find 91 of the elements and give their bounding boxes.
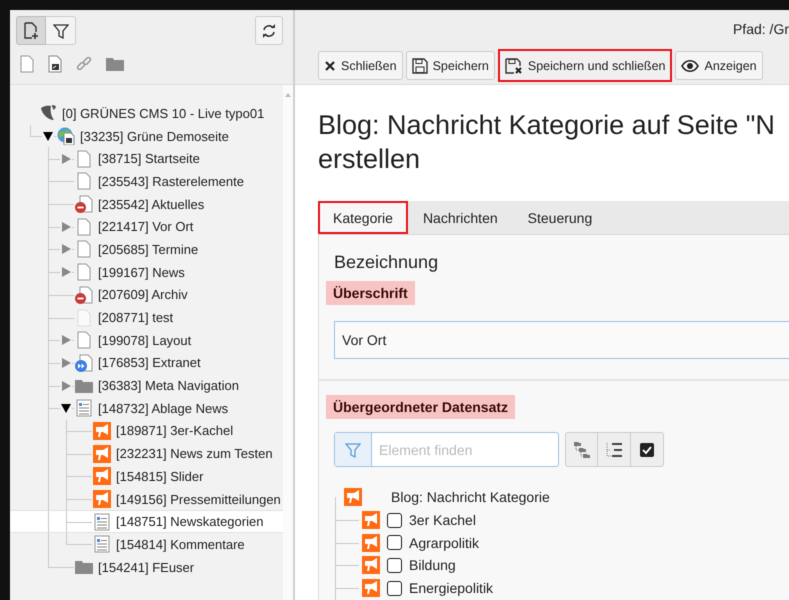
tree-item[interactable]: [36383] Meta Navigation [98,378,239,394]
page-icon [77,331,91,350]
folder-icon [75,560,93,574]
page-title: erstellen [318,143,420,176]
list-page-icon [94,535,110,554]
tree-item[interactable]: [235542] Aktuelles [98,196,204,212]
tree-item[interactable]: [235543] Rasterelemente [98,174,244,189]
tree-item[interactable]: [154241] FEuser [98,560,194,575]
refresh-button[interactable] [255,16,283,45]
megaphone-icon [93,444,111,463]
page-shortcut-icon[interactable] [48,55,62,73]
megaphone-icon [93,422,111,440]
page-icon [77,263,91,282]
checkbox[interactable] [387,512,402,528]
new-page-icon [23,22,39,40]
field-label: Übergeordneter Datensatz [326,395,516,419]
text-input[interactable]: Vor Ort [334,321,789,359]
tree-item[interactable]: Energiepolitik [409,580,494,596]
page-icon [77,150,91,168]
list-page-icon [94,512,110,531]
close-button[interactable]: Schließen [318,51,403,80]
page-blocked-icon [75,286,93,304]
tree-item[interactable]: 3er Kachel [409,512,476,528]
expand-all-button[interactable] [565,432,598,467]
tree-item[interactable]: [33235] Grüne Demoseite [80,128,229,144]
megaphone-icon [362,556,380,574]
refresh-icon [261,22,277,38]
select-all-button[interactable] [631,432,664,467]
tree-item[interactable]: Bildung [409,557,456,574]
page-icon[interactable] [20,55,34,73]
globe-page-icon [57,127,75,146]
tree-item[interactable]: [148732] Ablage News [98,400,228,416]
save-button[interactable]: Speichern [406,51,495,80]
search-field[interactable]: Element finden [334,432,559,467]
new-page-button[interactable] [16,16,46,45]
tree-item[interactable]: [154815] Slider [116,468,204,484]
eye-icon [681,58,700,72]
megaphone-icon [362,534,380,552]
tree-item: Blog: Nachricht Kategorie [391,489,550,506]
section-title: Bezeichnung [334,252,440,273]
folder-icon[interactable] [106,57,124,71]
tree-item[interactable]: [0] GRÜNES CMS 10 - Live typo01 [62,106,264,121]
tab[interactable]: Kategorie [318,201,408,234]
save-icon [412,58,428,74]
save-close-icon [504,58,523,74]
checkbox[interactable] [387,535,402,550]
filter-button[interactable] [46,16,76,45]
megaphone-icon [344,488,362,506]
tree-item[interactable]: [38715] Startseite [98,151,200,166]
tree-item[interactable]: [199167] News [98,264,185,280]
tree-item[interactable]: [205685] Termine [98,242,198,257]
tree-item[interactable]: [199078] Layout [98,332,192,348]
checkbox[interactable] [387,558,402,573]
page-forward-icon [75,354,93,372]
megaphone-icon [93,467,111,486]
page-blocked-icon [75,195,93,214]
folder-icon [75,378,93,393]
filter-icon [345,442,361,458]
checkbox-icon [640,442,654,456]
field-label: Überschrift [326,281,415,305]
logo-icon [39,104,57,122]
tree-item[interactable]: [232231] News zum Testen [116,446,273,462]
tree-item[interactable]: [208771] test [98,310,174,326]
tree-item[interactable]: [207609] Archiv [98,287,188,302]
list-tree-icon [605,440,623,458]
tree-item[interactable]: [189871] 3er-Kachel [116,423,234,438]
list-page-icon [76,399,92,418]
tree-item[interactable]: [221417] Vor Ort [98,219,194,234]
close-icon [324,60,336,72]
megaphone-icon [362,511,380,530]
tree-item[interactable]: [154814] Kommentare [116,536,245,552]
tab[interactable]: Steuerung [512,201,608,234]
tree-item[interactable]: Agrarpolitik [409,534,480,551]
page-title: Blog: Nachricht Kategorie auf Seite "N [318,109,775,142]
tree-item[interactable]: [149156] Pressemitteilungen [116,492,281,507]
page-path: Pfad: /Gr [732,21,789,38]
faded-page-icon [77,308,91,327]
search-input[interactable]: Element finden [372,433,558,466]
filter-icon [52,22,68,38]
tree-item[interactable]: [176853] Extranet [98,355,201,370]
megaphone-icon [362,579,380,598]
page-icon [77,218,91,236]
checkbox[interactable] [387,580,402,596]
page-icon [77,172,91,190]
megaphone-icon [93,490,111,508]
folder-tree-icon [572,440,590,458]
save-and-close-button[interactable]: Speichern und schließen [498,49,672,82]
collapse-all-button[interactable] [598,432,631,467]
tab[interactable]: Nachrichten [408,201,513,234]
page-icon [77,240,91,258]
view-button[interactable]: Anzeigen [675,51,763,80]
